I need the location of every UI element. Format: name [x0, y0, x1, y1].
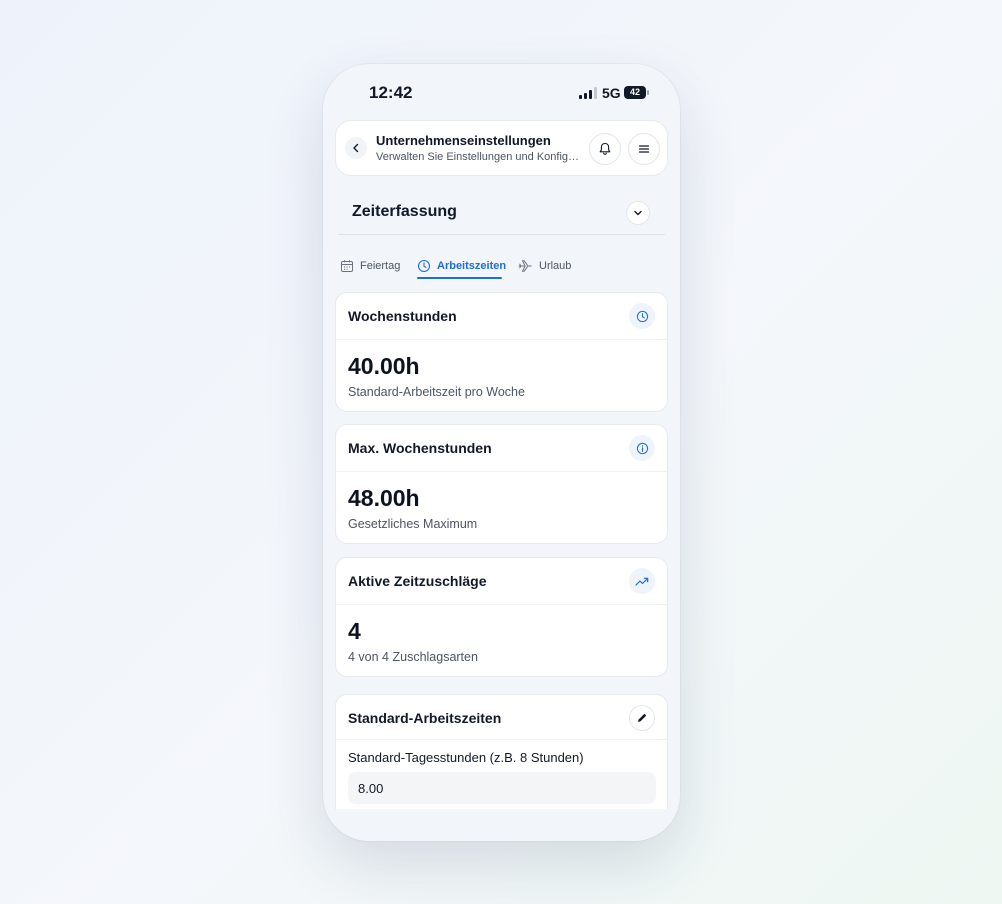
card-description: 4 von 4 Zuschlagsarten: [348, 650, 478, 664]
card-title: Wochenstunden: [348, 308, 457, 324]
card-description: Gesetzliches Maximum: [348, 517, 478, 531]
plane-icon: [518, 260, 532, 272]
tab-label: Urlaub: [539, 260, 572, 272]
tab-urlaub[interactable]: Urlaub: [518, 254, 571, 278]
page-header: Unternehmenseinstellungen Verwalten Sie …: [335, 120, 668, 176]
clock-icon: [636, 310, 648, 322]
trending-up-icon: [635, 577, 649, 586]
section-divider: [338, 234, 665, 235]
card-value: 48.00h: [348, 485, 420, 511]
bottom-safe-area: [323, 809, 680, 841]
signal-icon: [579, 87, 597, 99]
page-title: Unternehmenseinstellungen: [376, 133, 551, 148]
battery-icon: 42: [624, 86, 649, 99]
card-header: Max. Wochenstunden: [336, 425, 667, 472]
calendar-icon: [341, 260, 353, 272]
status-bar: 12:42 5G 42: [323, 64, 680, 120]
card-header: Wochenstunden: [336, 293, 667, 340]
page-subtitle: Verwalten Sie Einstellungen und Konfigur…: [376, 151, 581, 163]
active-tab-indicator: [417, 277, 502, 279]
chevron-down-icon: [634, 210, 642, 216]
card-header: Standard-Arbeitszeiten: [336, 695, 667, 740]
stat-card-wochenstunden: Wochenstunden 40.00h Standard-Arbeitszei…: [335, 292, 668, 412]
phone-frame: 12:42 5G 42 Unternehmenseinstellungen Ve…: [323, 64, 680, 841]
stat-card-zeitzuschlaege: Aktive Zeitzuschläge 4 4 von 4 Zuschlags…: [335, 557, 668, 677]
bell-icon: [599, 142, 611, 155]
tab-label: Arbeitszeiten: [437, 260, 507, 272]
clock-icon: [417, 259, 431, 273]
back-button[interactable]: [345, 137, 367, 159]
card-value: 4: [348, 618, 361, 644]
tab-feiertag[interactable]: Feiertag: [340, 254, 400, 278]
edit-button[interactable]: [629, 705, 655, 731]
status-time: 12:42: [369, 83, 413, 102]
card-description: Standard-Arbeitszeit pro Woche: [348, 385, 525, 399]
card-value: 40.00h: [348, 353, 420, 379]
section-title: Zeiterfassung: [352, 203, 457, 220]
daily-hours-input[interactable]: [348, 772, 656, 804]
menu-button[interactable]: [628, 133, 660, 165]
pencil-icon: [638, 713, 647, 722]
card-icon-badge: [629, 303, 655, 329]
card-icon-badge: [629, 435, 655, 461]
tab-arbeitszeiten[interactable]: Arbeitszeiten: [417, 254, 506, 278]
card-title: Aktive Zeitzuschläge: [348, 573, 487, 589]
tab-label: Feiertag: [360, 260, 401, 272]
chevron-left-icon: [353, 143, 359, 153]
menu-icon: [638, 145, 650, 153]
card-icon-badge: [629, 568, 655, 594]
network-label: 5G: [602, 85, 621, 101]
daily-hours-label: Standard-Tagesstunden (z.B. 8 Stunden): [348, 750, 584, 765]
stat-card-max-wochenstunden: Max. Wochenstunden 48.00h Gesetzliches M…: [335, 424, 668, 544]
card-header: Aktive Zeitzuschläge: [336, 558, 667, 605]
section-collapse-button[interactable]: [626, 201, 650, 225]
card-title: Max. Wochenstunden: [348, 440, 492, 456]
info-icon: [636, 442, 648, 454]
card-title: Standard-Arbeitszeiten: [348, 710, 502, 726]
notifications-button[interactable]: [589, 133, 621, 165]
